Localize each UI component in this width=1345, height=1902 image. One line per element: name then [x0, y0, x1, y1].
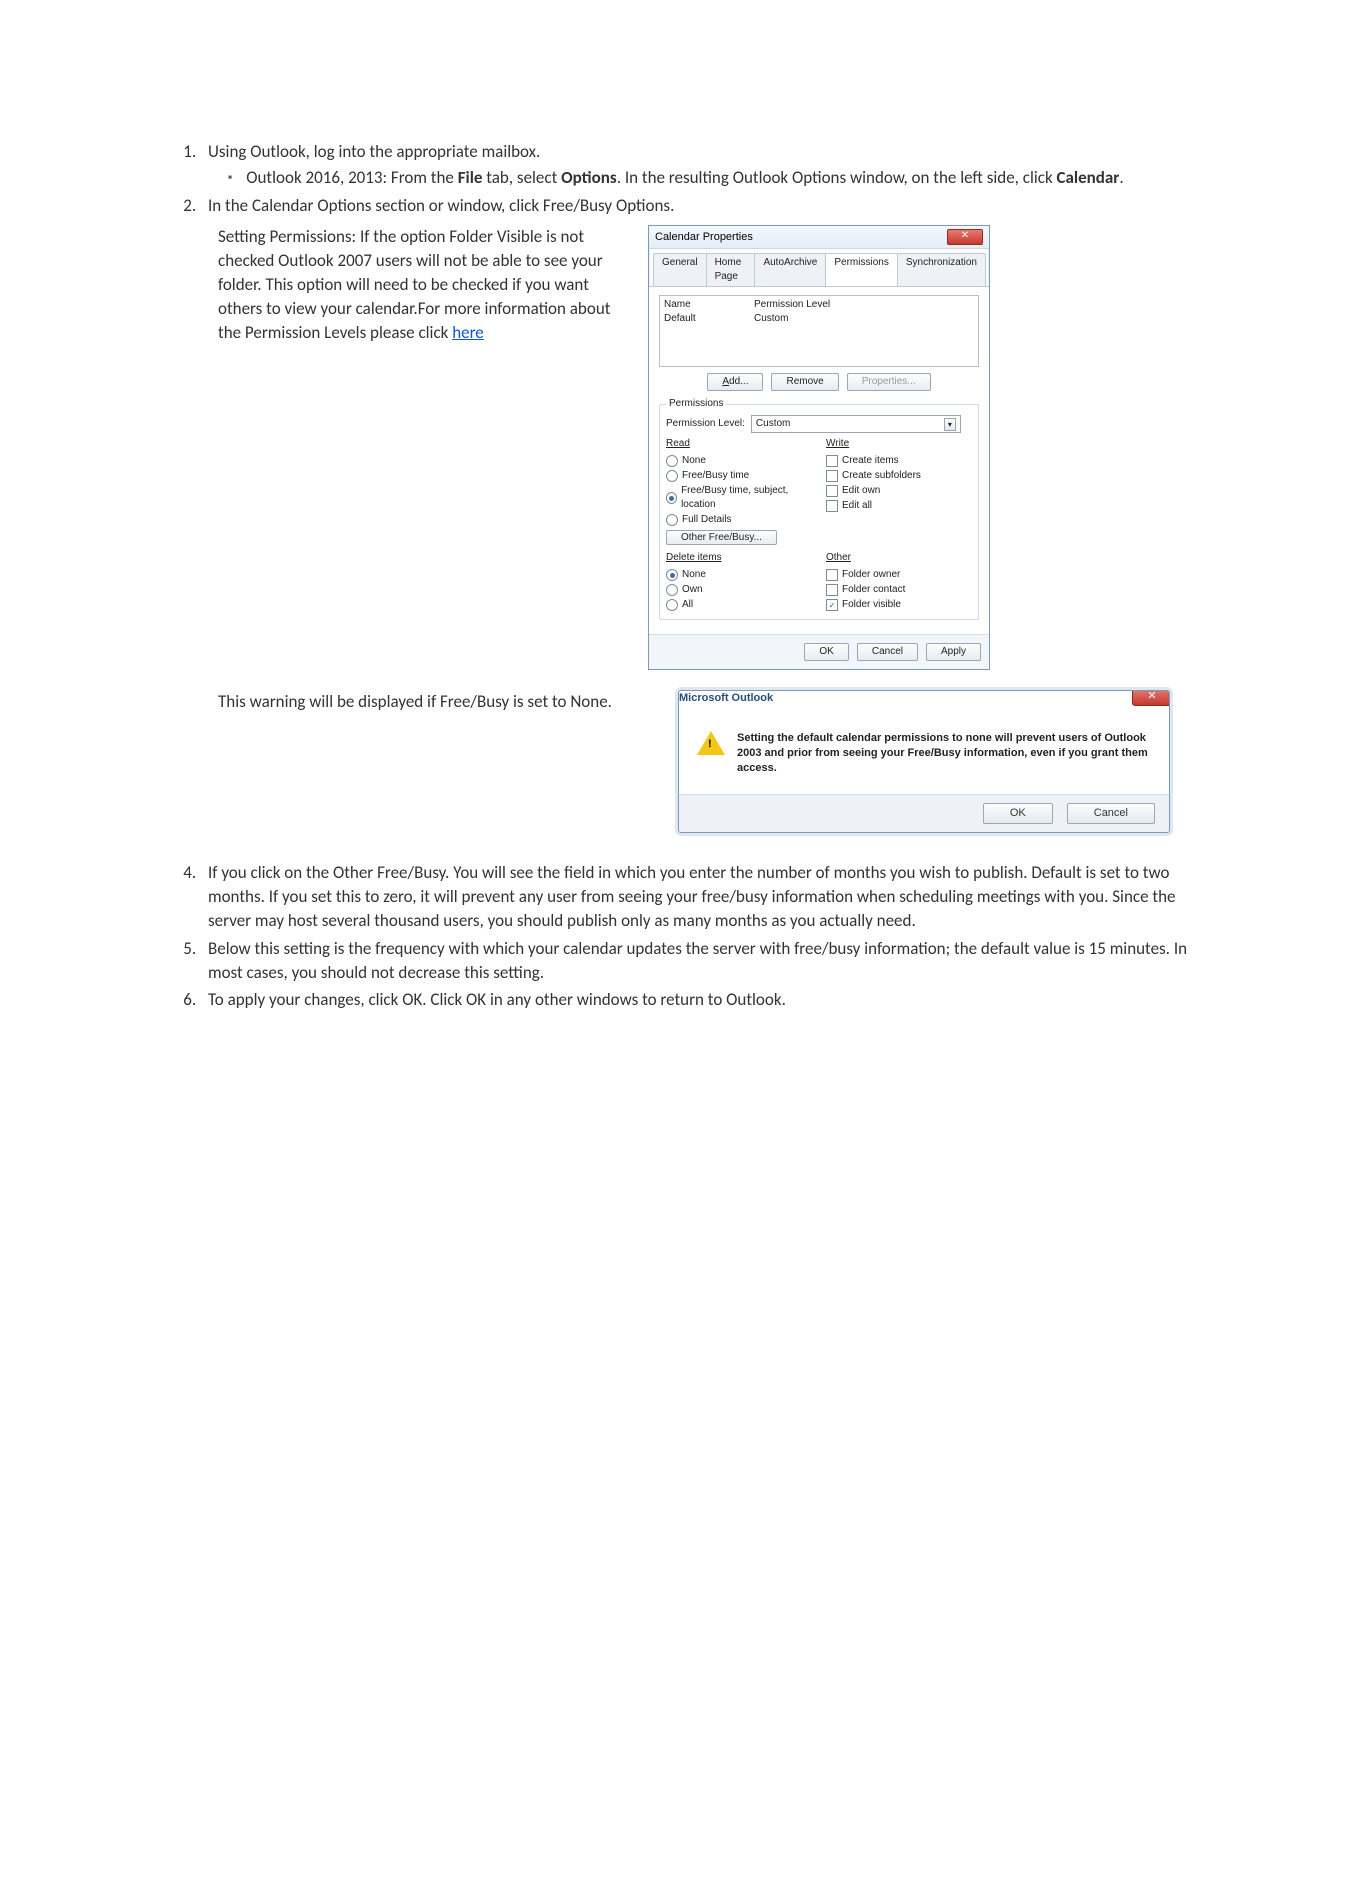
here-link[interactable]: here — [452, 322, 484, 343]
step-1-text: Using Outlook, log into the appropriate … — [208, 141, 540, 162]
warning-paragraph: This warning will be displayed if Free/B… — [170, 690, 638, 714]
warning-ok-button[interactable]: OK — [983, 803, 1053, 824]
dialog-tabs: General Home Page AutoArchive Permission… — [649, 249, 989, 287]
write-section: Write Create items Create subfolders Edi… — [826, 437, 972, 545]
permissions-paragraph: Setting Permissions: If the option Folde… — [170, 225, 618, 344]
apply-button[interactable]: Apply — [926, 643, 981, 661]
properties-button: Properties... — [847, 373, 931, 391]
step-1: Using Outlook, log into the appropriate … — [200, 140, 1205, 190]
calendar-properties-dialog: Calendar Properties ✕ General Home Page … — [648, 225, 990, 670]
close-icon[interactable]: ✕ — [947, 229, 983, 245]
other-section: Other Folder owner Folder contact Folder… — [826, 551, 972, 613]
steps-list: Using Outlook, log into the appropriate … — [170, 140, 1205, 217]
remove-button[interactable]: Remove — [771, 373, 838, 391]
folder-contact-checkbox[interactable] — [826, 584, 838, 596]
close-icon[interactable]: ✕ — [1132, 690, 1170, 706]
folder-owner-checkbox[interactable] — [826, 569, 838, 581]
folder-visible-checkbox[interactable] — [826, 599, 838, 611]
step-6: To apply your changes, click OK. Click O… — [200, 988, 1205, 1012]
chevron-down-icon: ▾ — [944, 418, 956, 431]
dialog-title: Calendar Properties — [655, 230, 753, 245]
delete-none-radio[interactable] — [666, 569, 678, 581]
tab-autoarchive[interactable]: AutoArchive — [754, 253, 826, 286]
delete-section: Delete items None Own All — [666, 551, 812, 613]
permission-level-select[interactable]: Custom ▾ — [751, 415, 961, 433]
read-freebusy-subject-radio[interactable] — [666, 492, 677, 504]
other-freebusy-button[interactable]: Other Free/Busy... — [666, 530, 777, 545]
create-subfolders-checkbox[interactable] — [826, 470, 838, 482]
steps-list-cont: If you click on the Other Free/Busy. You… — [170, 861, 1205, 1012]
tab-general[interactable]: General — [653, 253, 707, 286]
warning-cancel-button[interactable]: Cancel — [1067, 803, 1155, 824]
tab-synchronization[interactable]: Synchronization — [897, 253, 986, 286]
edit-all-checkbox[interactable] — [826, 500, 838, 512]
permissions-listbox[interactable]: NamePermission Level DefaultCustom — [659, 295, 979, 367]
warning-dialog: Microsoft Outlook ✕ Setting the default … — [678, 690, 1170, 833]
add-button[interactable]: Add... — [707, 373, 763, 391]
read-none-radio[interactable] — [666, 455, 678, 467]
step-1-sub: Outlook 2016, 2013: From the File tab, s… — [222, 166, 1205, 190]
step-2: In the Calendar Options section or windo… — [200, 194, 1205, 218]
step-5: Below this setting is the frequency with… — [200, 937, 1205, 985]
read-freebusy-radio[interactable] — [666, 470, 678, 482]
read-section: Read None Free/Busy time Free/Busy time,… — [666, 437, 812, 545]
step-1-sublist: Outlook 2016, 2013: From the File tab, s… — [208, 166, 1205, 190]
edit-own-checkbox[interactable] — [826, 485, 838, 497]
warning-message: Setting the default calendar permissions… — [737, 731, 1151, 776]
tab-home-page[interactable]: Home Page — [706, 253, 756, 286]
cancel-button[interactable]: Cancel — [857, 643, 918, 661]
create-items-checkbox[interactable] — [826, 455, 838, 467]
permission-level-label: Permission Level: — [666, 417, 745, 431]
warning-icon — [697, 731, 725, 755]
warning-title: Microsoft Outlook — [679, 692, 773, 704]
delete-all-radio[interactable] — [666, 599, 678, 611]
step-4: If you click on the Other Free/Busy. You… — [200, 861, 1205, 932]
read-full-radio[interactable] — [666, 514, 678, 526]
delete-own-radio[interactable] — [666, 584, 678, 596]
tab-permissions[interactable]: Permissions — [825, 253, 897, 286]
ok-button[interactable]: OK — [804, 643, 848, 661]
permissions-group: Permissions Permission Level: Custom ▾ R… — [659, 397, 979, 620]
